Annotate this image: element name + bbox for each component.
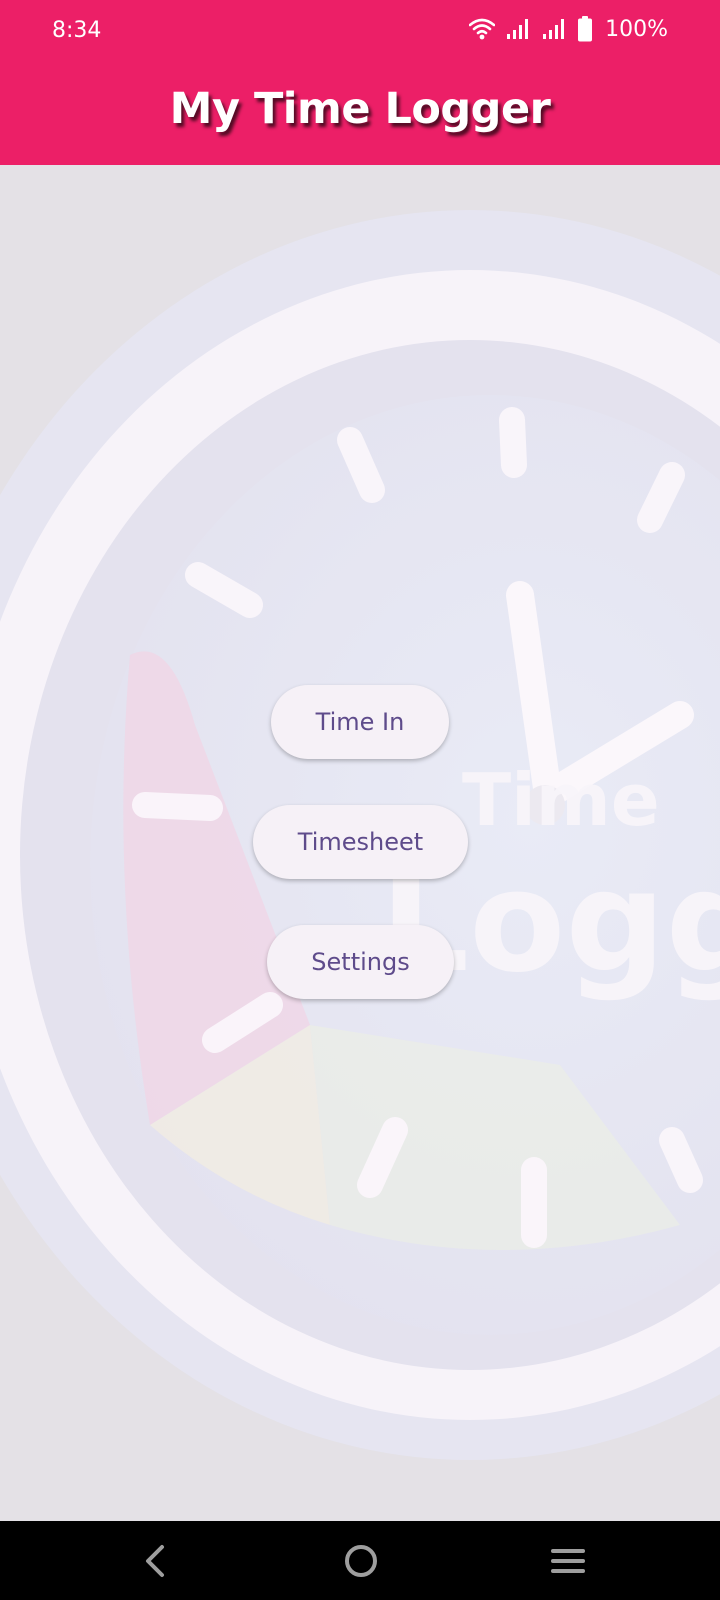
time-in-button[interactable]: Time In: [271, 685, 449, 759]
home-icon: [345, 1545, 377, 1577]
status-time: 8:34: [52, 18, 102, 43]
recents-button[interactable]: [546, 1539, 590, 1583]
signal-icon: [507, 19, 529, 39]
logo-text-time: Time: [462, 758, 660, 842]
timesheet-button[interactable]: Timesheet: [253, 805, 468, 879]
signal-icon: [543, 19, 565, 39]
wifi-icon: [469, 18, 496, 40]
battery-percentage: 100%: [605, 16, 668, 42]
recents-icon: [551, 1549, 585, 1573]
back-button[interactable]: [133, 1539, 177, 1583]
app-header: 8:34 100% My Time Logger: [0, 0, 720, 165]
main-content: Time Logger Time In Timesheet Settings: [0, 165, 720, 1521]
app-title: My Time Logger: [169, 84, 551, 134]
status-bar: 8:34 100%: [0, 0, 720, 62]
status-icons: 100%: [469, 16, 668, 42]
navigation-bar: [0, 1521, 720, 1600]
home-button[interactable]: [339, 1539, 383, 1583]
battery-icon: [578, 16, 593, 42]
back-icon: [146, 1545, 164, 1577]
settings-button[interactable]: Settings: [267, 925, 454, 999]
